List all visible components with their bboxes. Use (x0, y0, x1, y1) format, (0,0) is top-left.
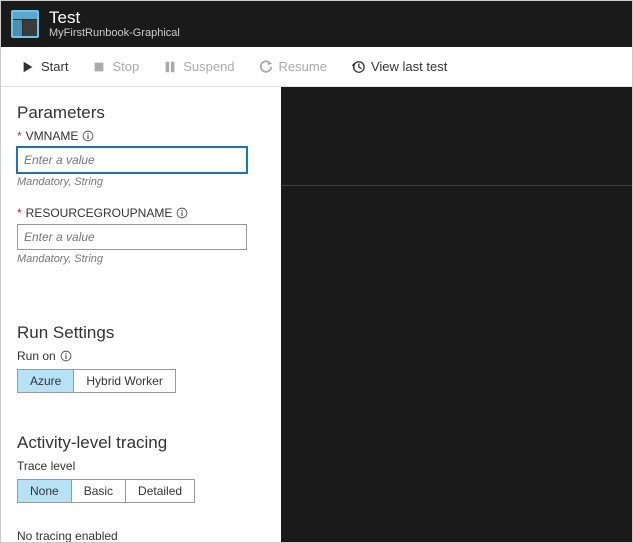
rgname-input[interactable] (17, 224, 247, 250)
vmname-input[interactable] (17, 147, 247, 173)
run-settings-heading: Run Settings (17, 323, 265, 343)
runbook-icon (11, 10, 39, 38)
vmname-label-text: VMNAME (26, 129, 79, 143)
toolbar: Start Stop Suspend Resume View last test (1, 47, 632, 87)
rgname-label: * RESOURCEGROUPNAME (17, 206, 265, 220)
output-panel (281, 87, 632, 542)
tracing-message: No tracing enabled (17, 529, 265, 542)
vmname-label: * VMNAME (17, 129, 265, 143)
info-icon[interactable] (82, 130, 94, 142)
run-on-azure[interactable]: Azure (18, 370, 74, 392)
trace-detailed[interactable]: Detailed (126, 480, 194, 502)
trace-level-label: Trace level (17, 459, 265, 473)
parameters-heading: Parameters (17, 103, 265, 123)
trace-basic[interactable]: Basic (72, 480, 126, 502)
run-on-hybrid[interactable]: Hybrid Worker (74, 370, 174, 392)
trace-none[interactable]: None (18, 480, 72, 502)
run-on-label: Run on (17, 349, 265, 363)
history-icon (351, 60, 365, 74)
required-asterisk: * (17, 129, 22, 143)
tracing-heading: Activity-level tracing (17, 433, 265, 453)
rgname-label-text: RESOURCEGROUPNAME (26, 206, 173, 220)
view-last-test-label: View last test (371, 59, 447, 74)
settings-panel: Parameters * VMNAME Mandatory, String * … (1, 87, 281, 542)
rgname-hint: Mandatory, String (17, 253, 265, 265)
view-last-test-button[interactable]: View last test (339, 47, 459, 86)
page-subtitle: MyFirstRunbook-Graphical (49, 27, 180, 39)
pause-icon (163, 60, 177, 74)
resume-icon (259, 60, 273, 74)
vmname-hint: Mandatory, String (17, 176, 265, 188)
info-icon[interactable] (60, 350, 72, 362)
resume-label: Resume (279, 59, 327, 74)
start-button[interactable]: Start (9, 47, 80, 86)
header-text: Test MyFirstRunbook-Graphical (49, 9, 180, 40)
output-divider (281, 185, 632, 186)
page-header: Test MyFirstRunbook-Graphical (1, 1, 632, 47)
info-icon[interactable] (176, 207, 188, 219)
required-asterisk: * (17, 206, 22, 220)
play-icon (21, 60, 35, 74)
suspend-button[interactable]: Suspend (151, 47, 246, 86)
page-title: Test (49, 9, 180, 28)
run-on-toggle: Azure Hybrid Worker (17, 369, 176, 393)
trace-level-toggle: None Basic Detailed (17, 479, 195, 503)
run-on-label-text: Run on (17, 349, 56, 363)
stop-button[interactable]: Stop (80, 47, 151, 86)
stop-label: Stop (112, 59, 139, 74)
stop-icon (92, 60, 106, 74)
suspend-label: Suspend (183, 59, 234, 74)
start-label: Start (41, 59, 68, 74)
resume-button[interactable]: Resume (247, 47, 339, 86)
